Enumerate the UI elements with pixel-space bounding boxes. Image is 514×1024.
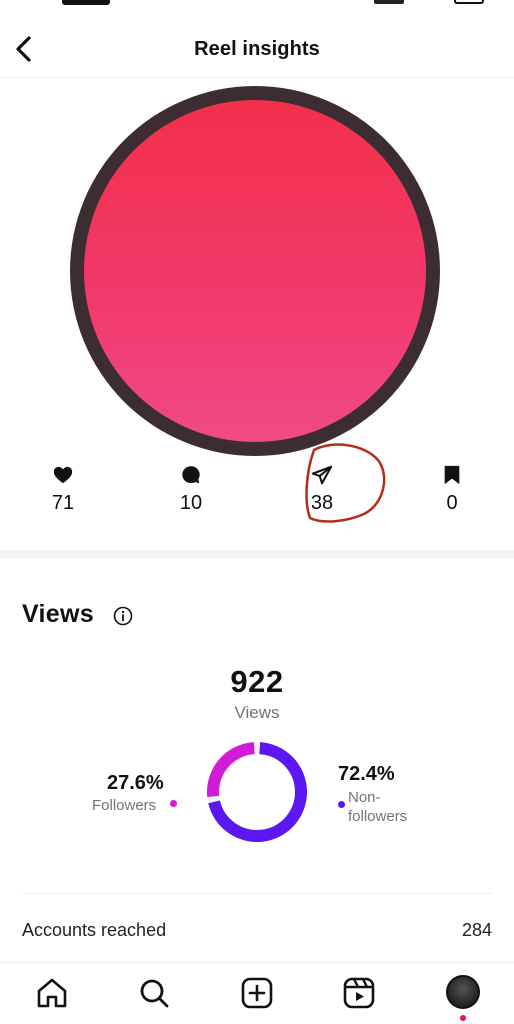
- views-total-label: Views: [234, 703, 280, 722]
- home-icon: [37, 978, 67, 1008]
- page-title: Reel insights: [194, 38, 320, 60]
- thumbnail-image: [84, 100, 426, 442]
- heart-icon: [53, 466, 73, 484]
- nonfollowers-legend-dot: [338, 801, 345, 808]
- create-plus-icon: [241, 977, 273, 1009]
- donut-arc-followers: [207, 742, 255, 798]
- accounts-reached-value: 284: [461, 920, 492, 940]
- signal-icon: [374, 0, 404, 4]
- bookmark-icon: [444, 465, 460, 485]
- notification-dot: [460, 1015, 466, 1021]
- followers-percentage: 27.6%: [107, 772, 164, 794]
- comments-count: 10: [179, 492, 203, 514]
- shares-count: 38: [310, 492, 334, 514]
- status-clock: [62, 0, 110, 5]
- reel-thumbnail[interactable]: [70, 86, 440, 456]
- nonfollowers-percentage: 72.4%: [338, 763, 395, 785]
- followers-label: Followers: [92, 797, 157, 814]
- row-divider: [22, 893, 492, 894]
- tab-reels[interactable]: [340, 975, 378, 1013]
- comment-icon: [182, 466, 200, 484]
- views-donut-chart: [207, 742, 307, 842]
- status-bar: [0, 0, 514, 14]
- accounts-reached-label: Accounts reached: [22, 920, 167, 940]
- tab-create[interactable]: [238, 975, 276, 1013]
- share-paper-plane-icon: [311, 465, 333, 485]
- nonfollowers-label: Non-followers: [348, 789, 408, 825]
- stat-shares: 38: [282, 464, 362, 515]
- views-section-title: Views: [22, 600, 94, 628]
- stat-saves: 0: [412, 464, 492, 515]
- tab-search[interactable]: [135, 975, 173, 1013]
- status-indicators: [374, 0, 484, 6]
- likes-count: 71: [51, 492, 75, 514]
- thumbnail-ring: [70, 86, 440, 456]
- stat-comments: 10: [151, 464, 231, 515]
- profile-avatar[interactable]: [446, 975, 480, 1009]
- accounts-reached-row[interactable]: Accounts reached 284: [22, 920, 492, 944]
- stat-likes: 71: [23, 464, 103, 515]
- saves-count: 0: [446, 492, 458, 514]
- reels-icon: [343, 977, 375, 1009]
- battery-icon: [454, 0, 484, 4]
- header: Reel insights: [0, 22, 514, 78]
- views-total: 922: [230, 664, 284, 699]
- section-divider: [0, 550, 514, 558]
- search-icon: [140, 979, 169, 1008]
- tab-home[interactable]: [33, 975, 71, 1013]
- engagement-stats: 71 10 38 0: [0, 464, 514, 524]
- bottom-tab-bar: [0, 962, 514, 1024]
- info-icon[interactable]: [113, 606, 133, 626]
- followers-legend-dot: [170, 800, 177, 807]
